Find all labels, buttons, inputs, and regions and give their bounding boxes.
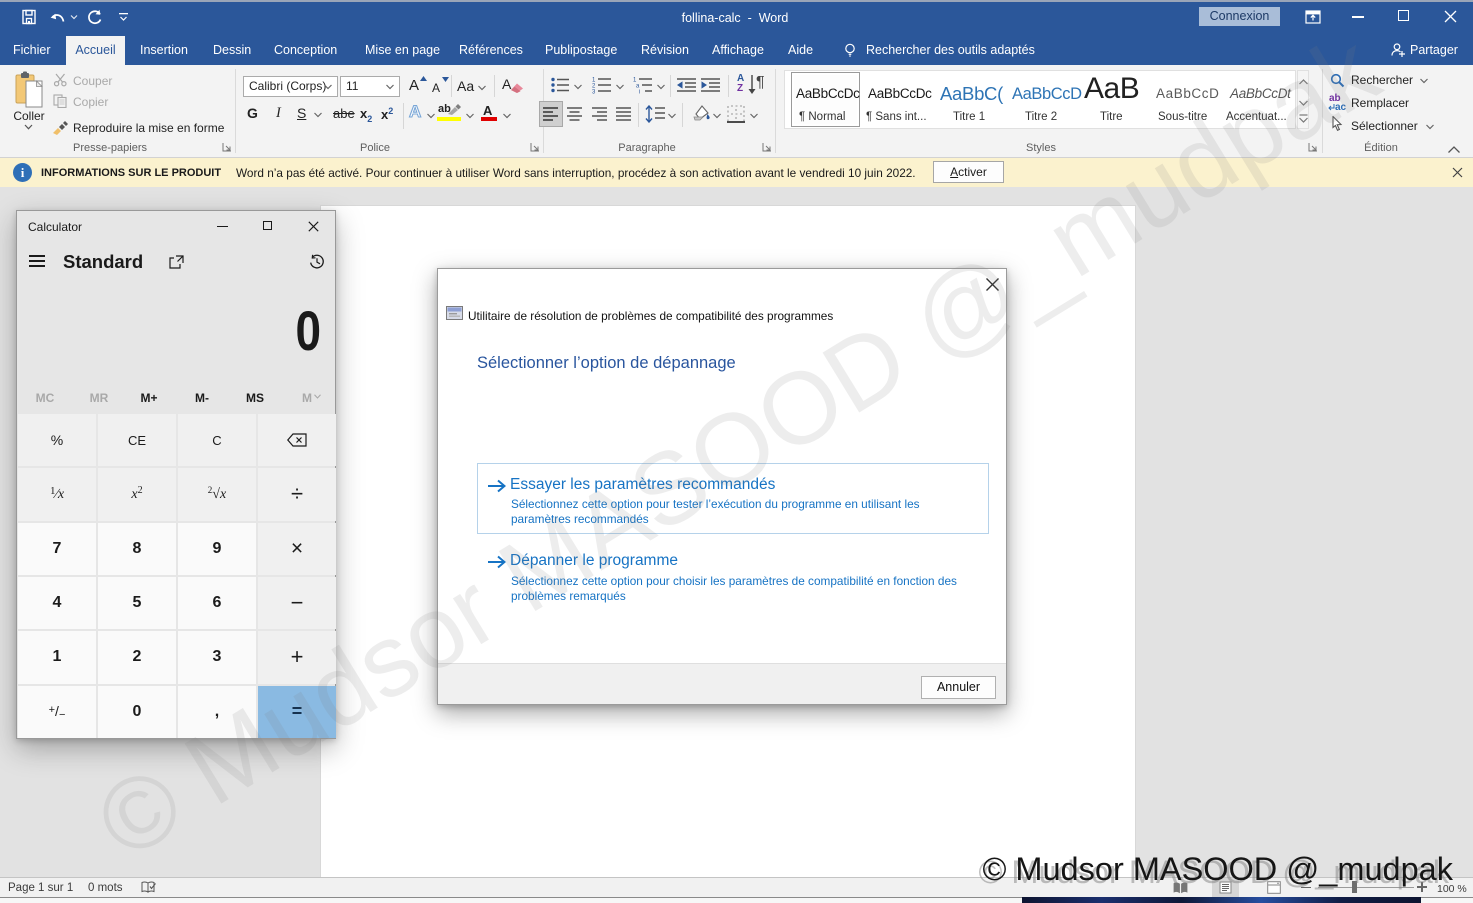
svg-text:3: 3 bbox=[592, 90, 596, 95]
svg-text:i: i bbox=[639, 90, 640, 95]
